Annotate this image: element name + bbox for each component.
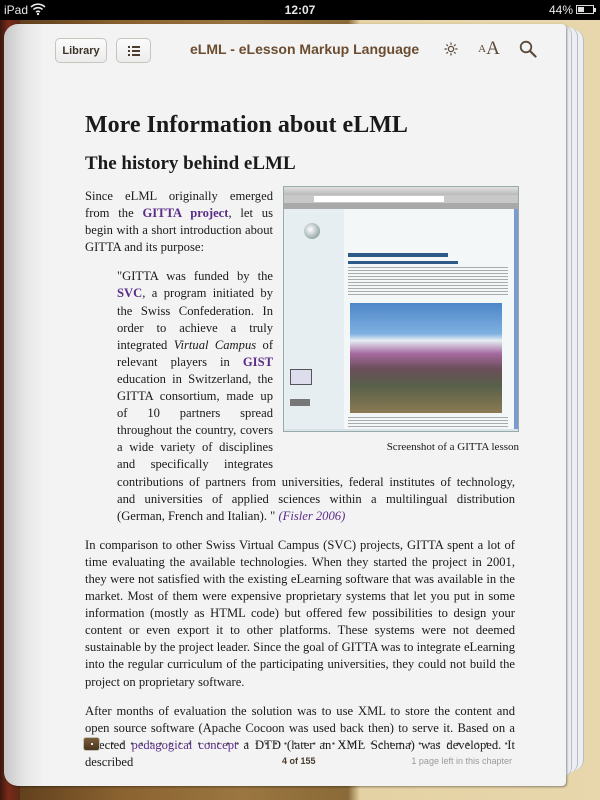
- chapter-title: More Information about eLML: [85, 112, 408, 138]
- screenshot-main: [344, 209, 516, 429]
- screenshot-sidebar: [284, 209, 344, 429]
- status-bar: iPad 12:07 44%: [0, 0, 600, 20]
- toolbar: Library eLML - eLesson Markup Language A…: [4, 24, 566, 76]
- book-title: eLML - eLesson Markup Language: [190, 41, 420, 57]
- battery-icon: [576, 5, 596, 14]
- svc-link[interactable]: SVC: [117, 286, 142, 300]
- library-button[interactable]: Library: [55, 38, 107, 63]
- gitta-lesson-screenshot[interactable]: [283, 186, 519, 432]
- brightness-button[interactable]: [441, 38, 461, 60]
- figure-caption: Screenshot of a GITTA lesson: [386, 441, 519, 453]
- battery-percent: 44%: [548, 3, 573, 17]
- mountain-photo: [350, 303, 502, 413]
- scrubber-thumb[interactable]: [83, 737, 100, 751]
- figure[interactable]: Screenshot of a GITTA lesson: [283, 186, 519, 453]
- battery-fill: [578, 7, 585, 12]
- screenshot-license-badge: [290, 399, 310, 406]
- screenshot-login-box: [290, 369, 312, 385]
- font-size-button[interactable]: AA: [474, 38, 504, 60]
- page-scrubber[interactable]: [80, 737, 512, 751]
- screenshot-logo: [304, 223, 320, 239]
- table-of-contents-button[interactable]: [116, 38, 151, 63]
- chapter-pages-left: 1 page left in this chapter: [411, 756, 512, 766]
- page-number: 4 of 155: [282, 756, 316, 766]
- page-content: More Information about eLML The history …: [85, 110, 519, 771]
- screenshot-urlbar: [284, 195, 518, 203]
- font-large-icon: A: [486, 38, 500, 59]
- clock: 12:07: [284, 3, 316, 17]
- section-title: The history behind eLML: [85, 153, 296, 174]
- paragraph: In comparison to other Swiss Virtual Cam…: [85, 537, 515, 689]
- text: "GITTA was funded by the: [117, 269, 273, 284]
- screenshot-scrollbar: [514, 209, 518, 429]
- emphasis: Virtual Campus: [173, 337, 257, 352]
- search-icon: [519, 40, 537, 58]
- book-page[interactable]: Library eLML - eLesson Markup Language A…: [4, 24, 566, 786]
- search-button[interactable]: [517, 38, 539, 60]
- list-icon: [127, 45, 140, 56]
- citation-link[interactable]: (Fisler 2006): [278, 509, 345, 523]
- scrubber-track[interactable]: [108, 742, 512, 745]
- font-small-icon: A: [478, 43, 487, 55]
- gitta-project-link[interactable]: GITTA project: [142, 206, 228, 220]
- sun-icon: [444, 42, 458, 56]
- gist-link[interactable]: GIST: [243, 355, 273, 369]
- screenshot-titlebar: [284, 187, 518, 195]
